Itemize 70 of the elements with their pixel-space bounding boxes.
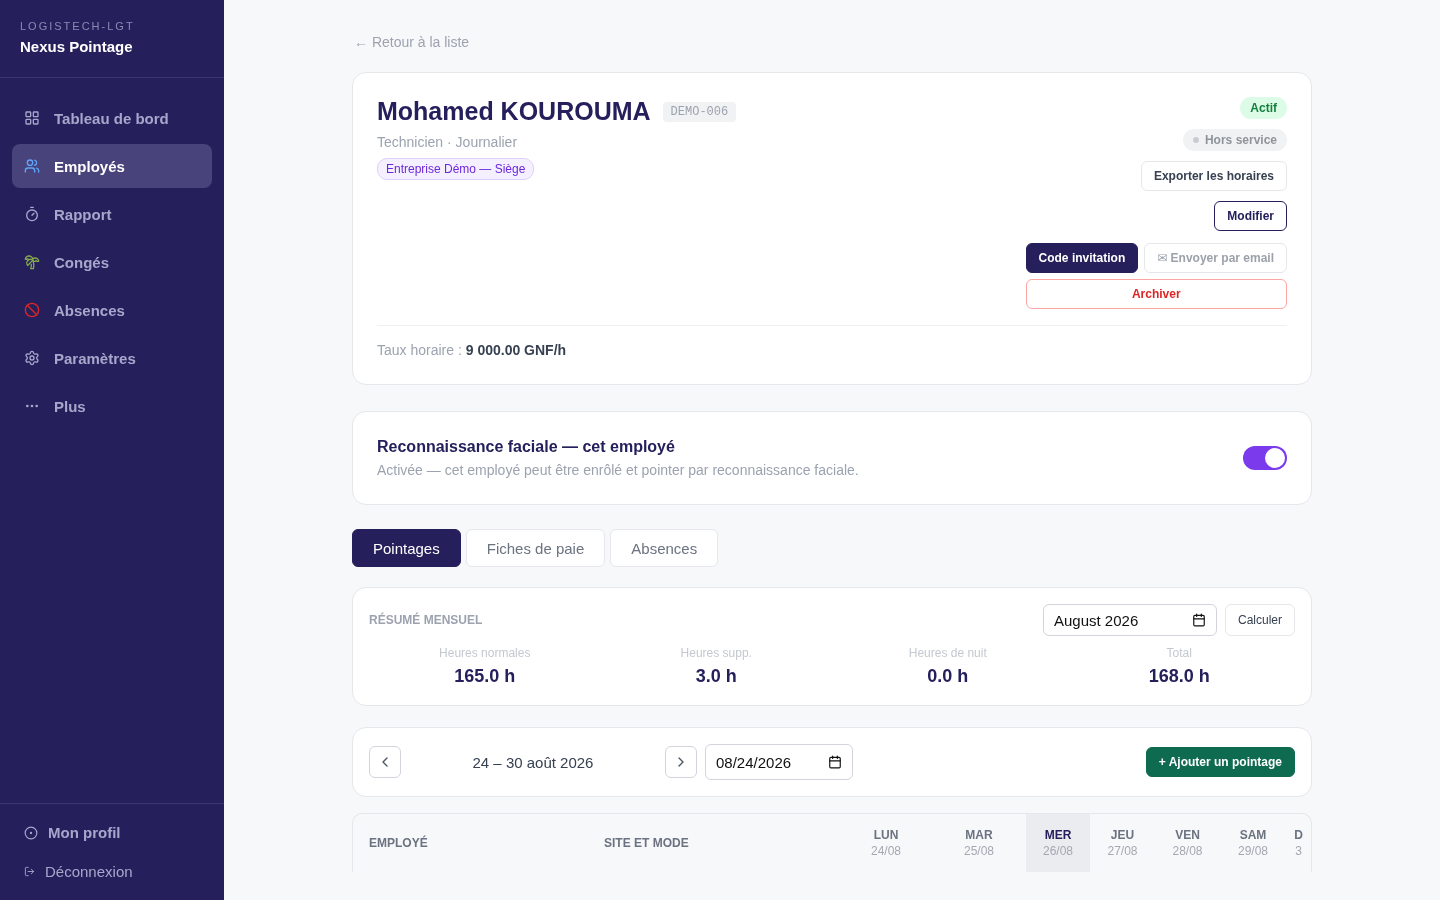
week-range: 24 – 30 août 2026 (471, 753, 595, 771)
column-header: SITE ET MODE (603, 835, 690, 852)
facial-title: Reconnaissance faciale — cet employé (377, 438, 676, 456)
summary-title: RÉSUMÉ MENSUEL (369, 613, 483, 627)
sidebar-item[interactable]: Employés (12, 144, 212, 188)
sidebar-item[interactable]: Plus (12, 384, 212, 428)
day-name: MER (1044, 828, 1072, 842)
previous-button[interactable] (369, 746, 401, 778)
export-button[interactable]: Exporter les horaires (1140, 161, 1287, 191)
tab[interactable]: Fiches de paie (465, 529, 606, 567)
facial-description: Activée — cet employé peut être enrôlé et pointer par reconnaissance faciale. (377, 462, 859, 478)
edit-button[interactable]: Modifier (1214, 201, 1287, 231)
people-icon (24, 158, 40, 174)
day-name: VEN (1175, 828, 1200, 842)
target-icon (24, 825, 38, 840)
profile-link[interactable]: Mon profil (24, 824, 200, 841)
stat-label: Heures normales (439, 646, 531, 660)
day-date: 27/08 (1107, 844, 1138, 858)
sidebar-item[interactable]: Congés (12, 240, 212, 284)
day-date: 28/08 (1172, 844, 1203, 858)
stat-label: Total (1166, 646, 1192, 660)
calendar-icon (828, 755, 842, 769)
compute-button[interactable]: Calculer (1225, 604, 1295, 636)
calendar-icon (1192, 613, 1206, 627)
settings-icon (24, 350, 40, 366)
sidebar-item[interactable]: Tableau de bord (12, 96, 212, 140)
add-entry-button[interactable]: + Ajouter un pointage (1145, 747, 1295, 777)
day-name: JEU (1110, 828, 1135, 842)
org-name: LOGISTECH-LGT (20, 20, 136, 32)
month-field[interactable]: August 2026 (1043, 604, 1217, 636)
status-badge: Actif (1240, 97, 1287, 119)
stat-value: 168.0 h (1148, 666, 1210, 687)
archive-button[interactable]: Archiver (1025, 279, 1287, 309)
sidebar-item[interactable]: Rapport (12, 192, 212, 236)
app-name: Nexus Pointage (20, 38, 134, 55)
facial-toggle[interactable] (1243, 446, 1287, 470)
date-field[interactable]: 08/24/2026 (705, 744, 853, 780)
day-name: MAR (965, 828, 993, 842)
logout-icon (24, 866, 35, 877)
invite-button[interactable]: Code invitation (1025, 243, 1139, 273)
grid-icon (24, 110, 40, 126)
sidebar-item[interactable]: Paramètres (12, 336, 212, 380)
day-name: SAM (1239, 828, 1267, 842)
sidebar-item[interactable]: Absences (12, 288, 212, 332)
employee-name: Mohamed KOUROUMA (377, 97, 651, 126)
stopwatch-icon (24, 206, 40, 222)
day-name: D (1294, 828, 1303, 842)
prohibited-icon (24, 302, 40, 318)
employee-code: DEMO-006 (662, 101, 737, 122)
logout-link[interactable]: Déconnexion (24, 863, 200, 880)
tab[interactable]: Pointages (352, 529, 461, 567)
hourly-rate: Taux horaire : 9 000.00 GNF/h (376, 341, 568, 360)
stat-value: 0.0 h (927, 666, 969, 687)
stat-label: Heures de nuit (908, 646, 987, 660)
day-date: 24/08 (871, 844, 901, 858)
stat-value: 165.0 h (454, 666, 516, 687)
stat-label: Heures supp. (680, 646, 752, 660)
palm-tree-icon (24, 254, 40, 270)
next-button[interactable] (665, 746, 697, 778)
tab[interactable]: Absences (610, 529, 719, 567)
day-date: 3 (1295, 844, 1302, 858)
day-date: 26/08 (1043, 844, 1073, 858)
stat-value: 3.0 h (695, 666, 737, 687)
column-header: EMPLOYÉ (368, 834, 429, 852)
day-date: 25/08 (964, 844, 994, 858)
company-tag: Entreprise Démo — Siège (377, 158, 535, 180)
employee-role: Technicien · Journalier (377, 134, 519, 150)
day-date: 29/08 (1238, 844, 1268, 858)
day-name: LUN (873, 828, 899, 842)
service-badge: Hors service (1182, 129, 1287, 151)
